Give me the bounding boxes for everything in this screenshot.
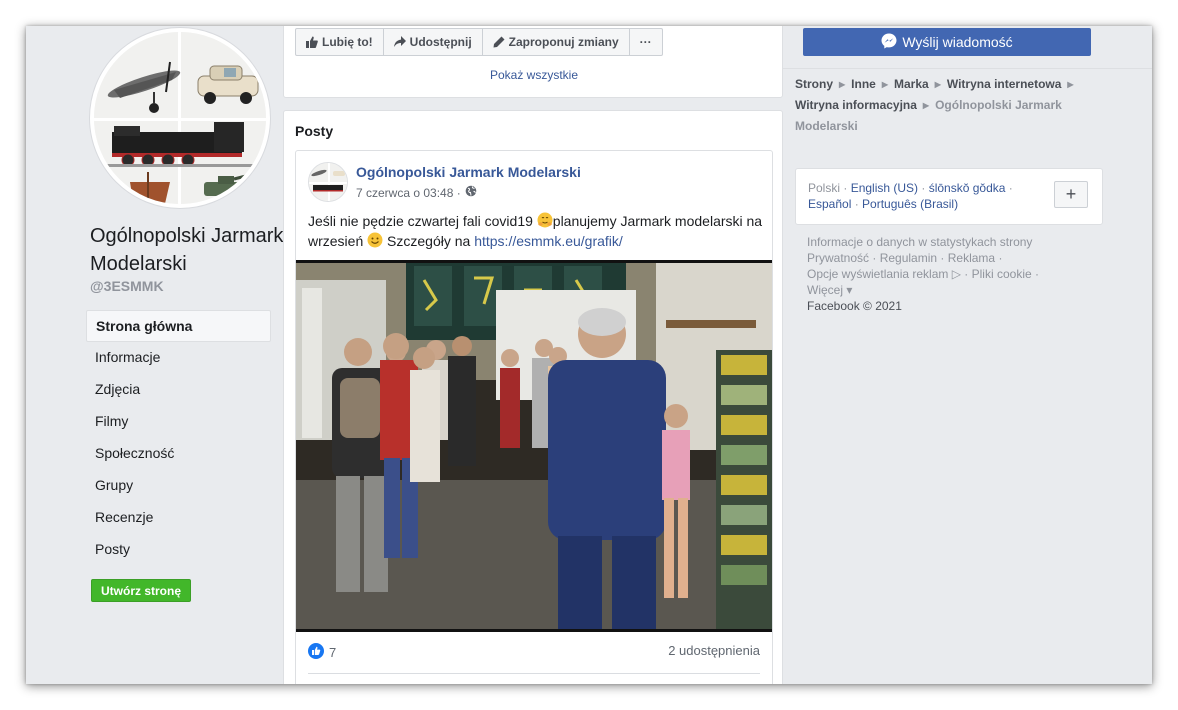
footer-link-privacy[interactable]: Prywatność [807, 251, 869, 265]
category-breadcrumb: Strony ▶ Inne ▶ Marka ▶ Witryna internetowa ▶ Wi… [795, 74, 1095, 137]
post-author-name[interactable]: Ogólnopolski Jarmark Modelarski [356, 164, 581, 180]
post-text-part-3: Szczegóły na [383, 233, 475, 249]
messenger-icon [881, 33, 897, 52]
more-dots-icon: ··· [639, 35, 652, 49]
breadcrumb-arrow-icon: ▶ [881, 80, 888, 89]
nav-item-home[interactable]: Strona główna [86, 310, 271, 342]
suggest-edits-label: Zaproponuj zmiany [508, 35, 619, 49]
language-separator: · [918, 181, 929, 195]
post-timestamp[interactable]: 7 czerwca o 03:48 · [356, 186, 461, 200]
footer-link-ads[interactable]: Reklama [948, 251, 995, 265]
share-count[interactable]: 2 udostępnienia [668, 643, 760, 658]
breadcrumb-item[interactable]: Marka [894, 77, 929, 91]
breadcrumb-arrow-icon: ▶ [839, 80, 846, 89]
footer-link-more[interactable]: Więcej [807, 283, 843, 297]
facebook-page-window: Ogólnopolski Jarmark Modelarski @3ESMMK … [26, 26, 1152, 684]
suggest-edits-button[interactable]: Zaproponuj zmiany [483, 29, 630, 55]
breadcrumb-arrow-icon: ▶ [1067, 80, 1074, 89]
pencil-icon [493, 36, 505, 48]
page-profile-picture[interactable] [90, 28, 270, 208]
language-selector: Polski · English (US) · ślōnskŏ gŏdka · … [795, 168, 1103, 225]
caret-down-icon: ▾ [846, 283, 853, 297]
footer-link-terms[interactable]: Regulamin [880, 251, 937, 265]
language-separator: · [851, 197, 863, 211]
language-list: Polski · English (US) · ślōnskŏ gŏdka · … [808, 180, 1048, 212]
like-page-button[interactable]: Lubię to! [296, 29, 384, 55]
page-actions-card: Lubię to! Udostępnij Zaproponuj zmiany ·… [283, 26, 783, 98]
breadcrumb-item[interactable]: Witryna informacyjna [795, 98, 917, 112]
like-page-label: Lubię to! [322, 35, 373, 49]
language-option[interactable]: ślōnskŏ gŏdka [929, 181, 1006, 195]
post-meta: 7 czerwca o 03:48 · [356, 185, 477, 200]
posts-section: Posty Ogólnopolski Jarmark Modelarski 7 … [283, 110, 783, 684]
post-text: Jeśli nie pędzie czwartej fali covid19 p… [308, 211, 766, 251]
post-link[interactable]: https://esmmk.eu/grafik/ [474, 233, 623, 249]
post-text-part-1: Jeśli nie pędzie czwartej fali covid19 [308, 213, 537, 229]
nav-item-photos[interactable]: Zdjęcia [86, 374, 271, 406]
ad-choices-icon: ▷ [951, 267, 961, 281]
divider [308, 673, 760, 674]
page-navigation: Strona główna Informacje Zdjęcia Filmy S… [86, 310, 271, 566]
post-card: Ogólnopolski Jarmark Modelarski 7 czerwc… [295, 150, 773, 684]
show-all-link[interactable]: Pokaż wszystkie [284, 68, 784, 82]
breadcrumb-item[interactable]: Witryna internetowa [947, 77, 1062, 91]
language-option[interactable]: Português (Brasil) [862, 197, 958, 211]
nav-item-reviews[interactable]: Recenzje [86, 502, 271, 534]
language-current: Polski [808, 181, 841, 195]
divider [783, 68, 1152, 69]
nav-item-groups[interactable]: Grupy [86, 470, 271, 502]
hugging-face-emoji-icon [537, 212, 553, 228]
reactions-summary[interactable]: 7 [308, 643, 336, 662]
reaction-count: 7 [329, 645, 337, 660]
nav-item-videos[interactable]: Filmy [86, 406, 271, 438]
language-separator: · [840, 181, 851, 195]
breadcrumb-item[interactable]: Strony [795, 77, 833, 91]
footer-link-cookies[interactable]: Pliki cookie [972, 267, 1032, 281]
copyright: Facebook © 2021 [807, 299, 902, 313]
page-title[interactable]: Ogólnopolski Jarmark Modelarski [90, 222, 300, 278]
share-page-label: Udostępnij [409, 35, 472, 49]
post-photo[interactable] [296, 260, 772, 632]
language-option[interactable]: English (US) [851, 181, 918, 195]
more-options-button[interactable]: ··· [630, 29, 662, 55]
smiling-face-emoji-icon [367, 232, 383, 248]
breadcrumb-item[interactable]: Inne [851, 77, 876, 91]
posts-heading: Posty [295, 123, 334, 139]
thumbs-up-icon [306, 36, 318, 48]
footer-link-insights[interactable]: Informacje o danych w statystykach stron… [807, 235, 1032, 249]
create-page-button[interactable]: Utwórz stronę [91, 579, 192, 602]
nav-item-posts[interactable]: Posty [86, 534, 271, 566]
breadcrumb-arrow-icon: ▶ [934, 80, 941, 89]
globe-icon [465, 185, 477, 200]
share-arrow-icon [393, 36, 406, 48]
post-author-avatar[interactable] [308, 162, 348, 202]
send-message-button[interactable]: Wyślij wiadomość [803, 28, 1091, 56]
nav-item-community[interactable]: Społeczność [86, 438, 271, 470]
share-page-button[interactable]: Udostępnij [384, 29, 483, 55]
language-separator: · [1005, 181, 1013, 195]
like-reaction-icon [308, 643, 324, 662]
language-option[interactable]: Español [808, 197, 851, 211]
page-action-bar: Lubię to! Udostępnij Zaproponuj zmiany ·… [295, 28, 663, 56]
footer-links: Informacje o danych w statystykach stron… [807, 235, 1040, 313]
nav-item-about[interactable]: Informacje [86, 342, 271, 374]
add-language-button[interactable]: + [1054, 181, 1088, 208]
breadcrumb-arrow-icon: ▶ [922, 101, 930, 110]
footer-link-ad-choices[interactable]: Opcje wyświetlania reklam [807, 267, 948, 281]
page-username: @3ESMMK [90, 278, 164, 294]
send-message-label: Wyślij wiadomość [902, 34, 1013, 50]
